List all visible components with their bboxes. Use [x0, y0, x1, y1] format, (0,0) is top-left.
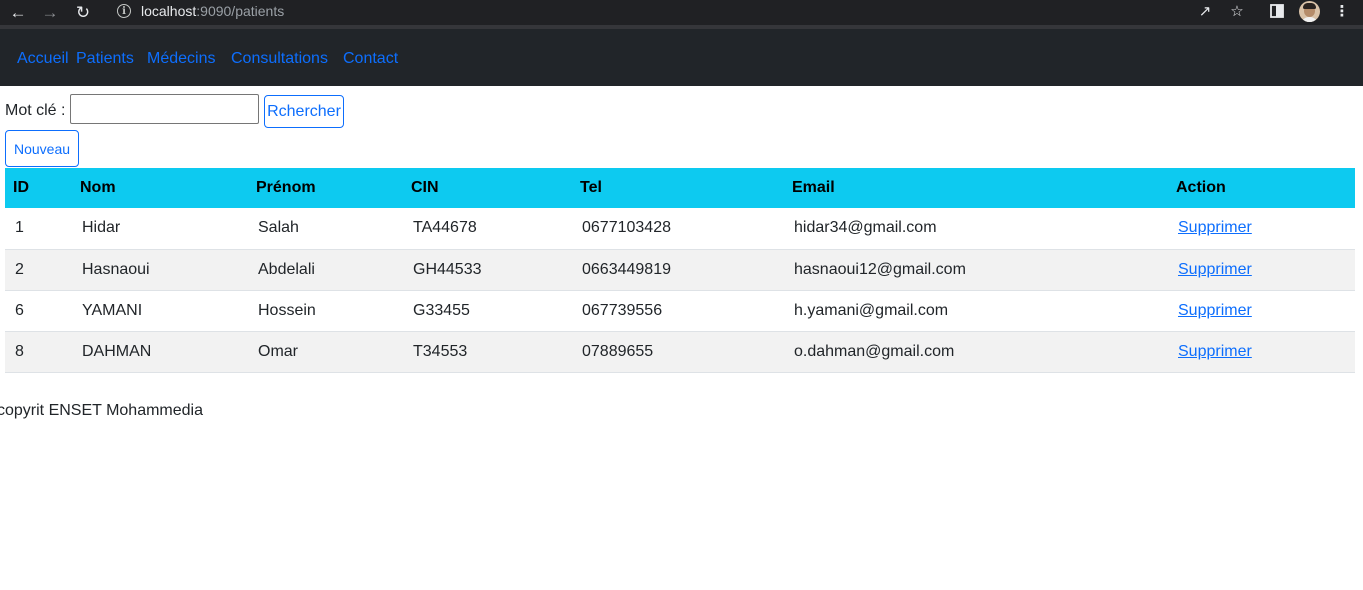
- column-header-id: ID: [5, 168, 72, 208]
- cell-cin: TA44678: [403, 208, 572, 250]
- cell-nom: Hidar: [72, 208, 248, 250]
- share-icon[interactable]: ↗: [1194, 0, 1216, 22]
- reload-icon[interactable]: ↻: [71, 0, 95, 25]
- column-header-email: Email: [784, 168, 1168, 208]
- cell-id: 2: [5, 249, 72, 291]
- url-host: localhost: [141, 3, 197, 19]
- cell-action: Supprimer: [1168, 208, 1355, 250]
- cell-email: h.yamani@gmail.com: [784, 290, 1168, 332]
- keyword-input[interactable]: [70, 94, 259, 124]
- cell-tel: 07889655: [572, 331, 784, 373]
- column-header-action: Action: [1168, 168, 1355, 208]
- sidebar-icon[interactable]: [1266, 0, 1288, 22]
- browser-toolbar: ← → ↻ i localhost:9090/patients ↗ ☆ ⋮: [0, 0, 1363, 25]
- delete-link[interactable]: Supprimer: [1178, 343, 1252, 360]
- cell-nom: DAHMAN: [72, 331, 248, 373]
- cell-email: o.dahman@gmail.com: [784, 331, 1168, 373]
- cell-email: hasnaoui12@gmail.com: [784, 249, 1168, 291]
- address-bar[interactable]: i localhost:9090/patients: [106, 0, 1186, 22]
- profile-avatar[interactable]: [1299, 1, 1320, 22]
- cell-tel: 067739556: [572, 290, 784, 332]
- nav-link-accueil[interactable]: Accueil: [17, 49, 69, 68]
- cell-id: 8: [5, 331, 72, 373]
- new-patient-button[interactable]: Nouveau: [5, 130, 79, 167]
- table-row: 6 YAMANI Hossein G33455 067739556 h.yama…: [5, 290, 1355, 332]
- column-header-tel: Tel: [572, 168, 784, 208]
- nav-link-contact[interactable]: Contact: [343, 49, 398, 68]
- cell-id: 1: [5, 208, 72, 250]
- url-path: :9090/patients: [196, 3, 285, 19]
- url-text[interactable]: localhost:9090/patients: [141, 3, 284, 19]
- cell-cin: G33455: [403, 290, 572, 332]
- info-icon[interactable]: i: [117, 4, 131, 18]
- back-arrow-icon[interactable]: ←: [6, 0, 30, 25]
- table-row: 1 Hidar Salah TA44678 0677103428 hidar34…: [5, 208, 1355, 250]
- column-header-nom: Nom: [72, 168, 248, 208]
- column-header-cin: CIN: [403, 168, 572, 208]
- cell-nom: Hasnaoui: [72, 249, 248, 291]
- nav-link-medecins[interactable]: Médecins: [147, 49, 215, 68]
- cell-prenom: Hossein: [248, 290, 403, 332]
- menu-kebab-icon[interactable]: ⋮: [1331, 0, 1353, 22]
- column-header-prenom: Prénom: [248, 168, 403, 208]
- delete-link[interactable]: Supprimer: [1178, 302, 1252, 319]
- cell-prenom: Omar: [248, 331, 403, 373]
- cell-prenom: Salah: [248, 208, 403, 250]
- table-row: 8 DAHMAN Omar T34553 07889655 o.dahman@g…: [5, 331, 1355, 373]
- search-button[interactable]: Rchercher: [264, 95, 344, 128]
- cell-email: hidar34@gmail.com: [784, 208, 1168, 250]
- delete-link[interactable]: Supprimer: [1178, 261, 1252, 278]
- main-navbar: Accueil Patients Médecins Consultations …: [0, 29, 1363, 86]
- cell-tel: 0677103428: [572, 208, 784, 250]
- cell-tel: 0663449819: [572, 249, 784, 291]
- table-header-row: ID Nom Prénom CIN Tel Email Action: [5, 168, 1355, 208]
- cell-cin: GH44533: [403, 249, 572, 291]
- patients-table: ID Nom Prénom CIN Tel Email Action 1 Hid…: [5, 168, 1355, 373]
- nav-link-patients[interactable]: Patients: [76, 49, 134, 68]
- search-label: Mot clé :: [5, 102, 66, 119]
- footer-copyright: copyrit ENSET Mohammedia: [0, 402, 203, 419]
- forward-arrow-icon[interactable]: →: [38, 0, 62, 25]
- cell-id: 6: [5, 290, 72, 332]
- star-icon[interactable]: ☆: [1226, 0, 1248, 22]
- cell-action: Supprimer: [1168, 290, 1355, 332]
- cell-cin: T34553: [403, 331, 572, 373]
- table-row: 2 Hasnaoui Abdelali GH44533 0663449819 h…: [5, 249, 1355, 291]
- cell-nom: YAMANI: [72, 290, 248, 332]
- cell-prenom: Abdelali: [248, 249, 403, 291]
- nav-link-consultations[interactable]: Consultations: [231, 49, 328, 68]
- cell-action: Supprimer: [1168, 331, 1355, 373]
- delete-link[interactable]: Supprimer: [1178, 219, 1252, 236]
- cell-action: Supprimer: [1168, 249, 1355, 291]
